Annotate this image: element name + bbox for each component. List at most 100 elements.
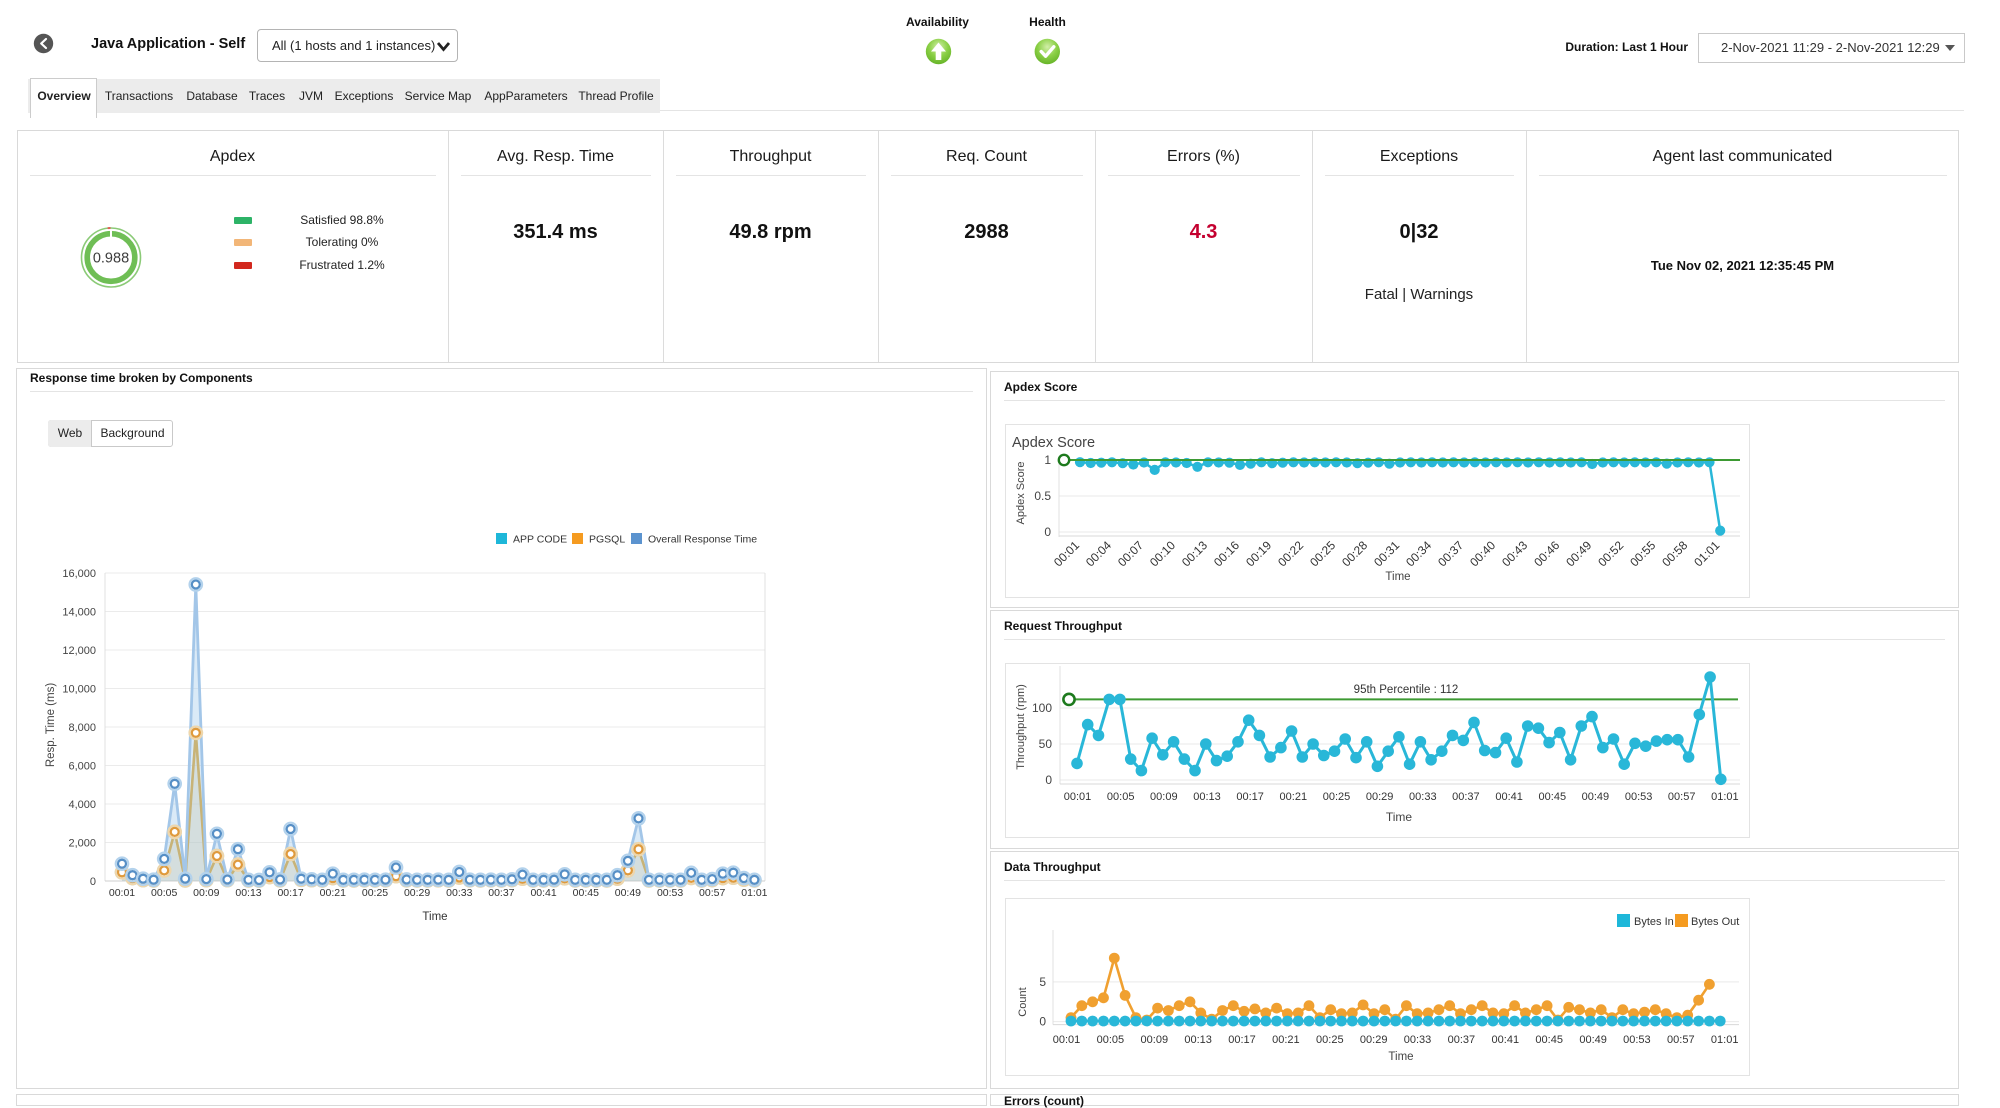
svg-text:00:25: 00:25 [1316, 1034, 1344, 1046]
svg-text:01:01: 01:01 [1711, 1034, 1739, 1046]
svg-text:0: 0 [90, 876, 96, 888]
svg-text:00:53: 00:53 [1623, 1034, 1651, 1046]
svg-text:8,000: 8,000 [68, 722, 96, 734]
svg-text:00:17: 00:17 [277, 887, 303, 899]
svg-text:00:13: 00:13 [1184, 1034, 1212, 1046]
svg-text:00:25: 00:25 [1307, 538, 1338, 569]
svg-text:00:17: 00:17 [1236, 791, 1264, 803]
svg-text:Count: Count [1017, 987, 1029, 1016]
svg-text:100: 100 [1032, 701, 1052, 715]
svg-text:2,000: 2,000 [68, 838, 96, 850]
svg-text:00:01: 00:01 [1064, 791, 1092, 803]
svg-text:00:37: 00:37 [1448, 1034, 1476, 1046]
svg-text:00:49: 00:49 [1579, 1034, 1607, 1046]
svg-text:01:01: 01:01 [1711, 791, 1739, 803]
svg-text:APP CODE: APP CODE [513, 534, 567, 546]
svg-text:6,000: 6,000 [68, 761, 96, 773]
svg-text:Apdex Score: Apdex Score [1015, 462, 1027, 525]
svg-text:00:25: 00:25 [362, 887, 388, 899]
svg-text:00:57: 00:57 [1668, 791, 1696, 803]
svg-text:00:57: 00:57 [699, 887, 725, 899]
svg-text:00:29: 00:29 [1366, 791, 1394, 803]
svg-text:00:45: 00:45 [1535, 1034, 1563, 1046]
svg-text:00:19: 00:19 [1243, 538, 1274, 569]
svg-text:00:22: 00:22 [1275, 538, 1306, 569]
svg-text:0: 0 [1044, 525, 1051, 539]
svg-text:01:01: 01:01 [1691, 538, 1722, 569]
svg-text:00:29: 00:29 [404, 887, 430, 899]
svg-text:00:34: 00:34 [1403, 538, 1434, 569]
svg-text:00:45: 00:45 [573, 887, 599, 899]
svg-text:4,000: 4,000 [68, 799, 96, 811]
svg-text:0: 0 [1045, 773, 1052, 787]
svg-text:00:21: 00:21 [1272, 1034, 1300, 1046]
svg-text:01:01: 01:01 [741, 887, 767, 899]
svg-text:00:21: 00:21 [320, 887, 346, 899]
svg-text:00:05: 00:05 [151, 887, 177, 899]
svg-text:00:05: 00:05 [1107, 791, 1135, 803]
svg-text:00:49: 00:49 [615, 887, 641, 899]
svg-text:00:33: 00:33 [446, 887, 472, 899]
svg-text:50: 50 [1039, 737, 1053, 751]
svg-text:00:37: 00:37 [488, 887, 514, 899]
svg-text:00:33: 00:33 [1404, 1034, 1432, 1046]
svg-text:00:41: 00:41 [1492, 1034, 1520, 1046]
svg-text:00:25: 00:25 [1323, 791, 1351, 803]
svg-text:00:17: 00:17 [1228, 1034, 1256, 1046]
svg-text:00:52: 00:52 [1595, 538, 1626, 569]
svg-text:00:04: 00:04 [1083, 538, 1114, 569]
svg-text:0: 0 [1039, 1015, 1046, 1029]
svg-text:00:41: 00:41 [530, 887, 556, 899]
svg-text:00:53: 00:53 [657, 887, 683, 899]
svg-text:00:13: 00:13 [1193, 791, 1221, 803]
svg-text:95th Percentile : 112: 95th Percentile : 112 [1354, 684, 1459, 696]
svg-text:00:09: 00:09 [1141, 1034, 1169, 1046]
svg-text:00:09: 00:09 [193, 887, 219, 899]
svg-text:00:09: 00:09 [1150, 791, 1178, 803]
svg-text:00:13: 00:13 [235, 887, 261, 899]
svg-text:Bytes Out: Bytes Out [1691, 916, 1739, 928]
svg-text:Resp. Time (ms): Resp. Time (ms) [45, 683, 57, 768]
svg-text:00:05: 00:05 [1097, 1034, 1125, 1046]
svg-text:Time: Time [1385, 571, 1410, 583]
svg-text:00:33: 00:33 [1409, 791, 1437, 803]
svg-text:00:28: 00:28 [1339, 538, 1370, 569]
svg-text:0.5: 0.5 [1034, 489, 1051, 503]
svg-text:00:53: 00:53 [1625, 791, 1653, 803]
svg-text:00:43: 00:43 [1499, 538, 1530, 569]
svg-text:00:29: 00:29 [1360, 1034, 1388, 1046]
svg-text:00:37: 00:37 [1452, 791, 1480, 803]
svg-text:12,000: 12,000 [62, 645, 96, 657]
svg-text:00:31: 00:31 [1371, 538, 1402, 569]
svg-text:00:37: 00:37 [1435, 538, 1466, 569]
svg-text:00:40: 00:40 [1467, 538, 1498, 569]
svg-text:00:46: 00:46 [1531, 538, 1562, 569]
svg-text:00:01: 00:01 [1053, 1034, 1081, 1046]
svg-text:00:58: 00:58 [1659, 538, 1690, 569]
svg-text:PGSQL: PGSQL [589, 534, 625, 546]
svg-text:00:49: 00:49 [1582, 791, 1610, 803]
svg-text:00:41: 00:41 [1495, 791, 1523, 803]
svg-text:Time: Time [422, 911, 447, 923]
svg-text:Time: Time [1388, 1051, 1413, 1063]
svg-text:14,000: 14,000 [62, 607, 96, 619]
svg-text:Time: Time [1386, 810, 1413, 824]
svg-text:Overall Response Time: Overall Response Time [648, 534, 757, 546]
svg-text:00:01: 00:01 [1051, 538, 1082, 569]
svg-text:00:01: 00:01 [109, 887, 135, 899]
svg-text:00:16: 00:16 [1211, 538, 1242, 569]
svg-text:00:10: 00:10 [1147, 538, 1178, 569]
svg-text:0.988: 0.988 [93, 251, 129, 267]
svg-text:00:55: 00:55 [1627, 538, 1658, 569]
svg-text:5: 5 [1039, 975, 1046, 989]
svg-text:16,000: 16,000 [62, 568, 96, 580]
svg-text:Bytes In: Bytes In [1634, 916, 1674, 928]
svg-text:00:49: 00:49 [1563, 538, 1594, 569]
svg-text:00:57: 00:57 [1667, 1034, 1695, 1046]
svg-text:00:45: 00:45 [1539, 791, 1567, 803]
svg-text:00:07: 00:07 [1115, 538, 1146, 569]
svg-text:10,000: 10,000 [62, 684, 96, 696]
svg-text:00:13: 00:13 [1179, 538, 1210, 569]
svg-text:Throughput (rpm): Throughput (rpm) [1015, 684, 1027, 770]
svg-text:00:21: 00:21 [1280, 791, 1308, 803]
